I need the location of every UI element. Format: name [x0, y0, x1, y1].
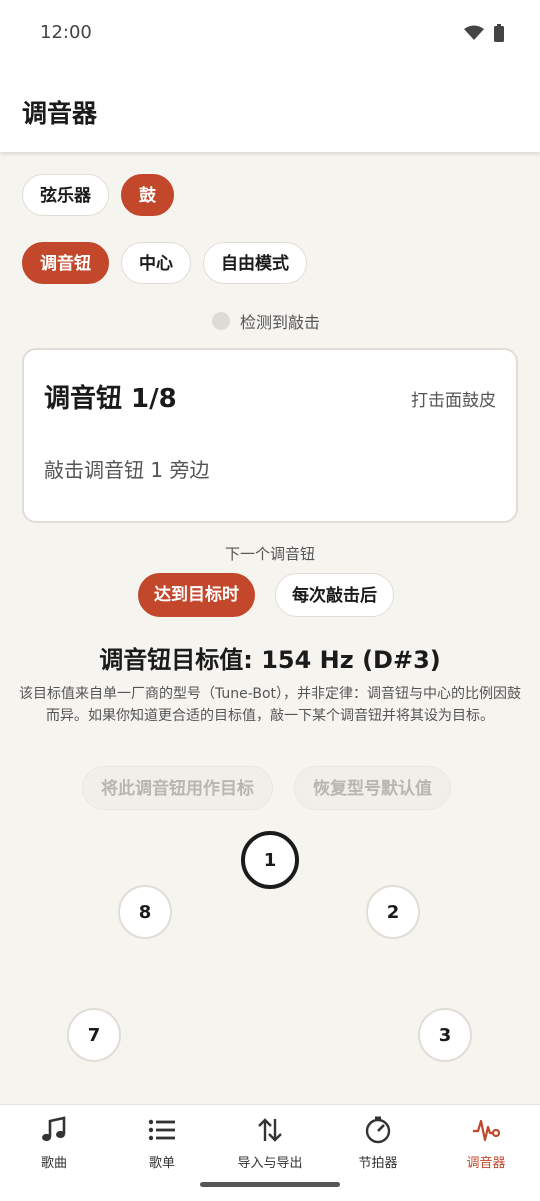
restore-default-button[interactable]: 恢复型号默认值 — [294, 766, 451, 810]
lug-card-title: 调音钮 1/8 — [44, 384, 177, 414]
status-icons — [464, 24, 504, 42]
next-lug-label: 下一个调音钮 — [224, 545, 315, 563]
nav-import-export-label: 导入与导出 — [237, 1156, 303, 1171]
lug-7[interactable]: 7 — [67, 1008, 121, 1062]
nav-setlists[interactable]: 歌单 — [108, 1105, 216, 1201]
nav-setlists-label: 歌单 — [148, 1156, 175, 1171]
lug-3[interactable]: 3 — [418, 1008, 472, 1062]
nav-tuner-label: 调音器 — [466, 1156, 506, 1171]
wifi-icon — [464, 25, 484, 40]
import-export-icon — [258, 1118, 282, 1142]
battery-icon — [494, 24, 504, 42]
nav-songs-label: 歌曲 — [40, 1156, 67, 1171]
tab-drum[interactable]: 鼓 — [121, 174, 174, 216]
lug-card-hint: 打击面鼓皮 — [411, 391, 496, 411]
lug-1[interactable]: 1 — [241, 831, 299, 889]
detect-label: 检测到敲击 — [240, 313, 321, 332]
home-indicator — [200, 1182, 340, 1187]
lug-card: 调音钮 1/8 打击面鼓皮 敲击调音钮 1 旁边 — [22, 348, 518, 523]
status-bar: 12:00 — [0, 0, 540, 68]
detect-dot-icon — [212, 312, 230, 330]
nav-metronome-label: 节拍器 — [358, 1156, 398, 1171]
nav-tuner[interactable]: 调音器 — [432, 1105, 540, 1201]
app-bar: 调音器 — [0, 68, 540, 152]
lug-8[interactable]: 8 — [118, 885, 172, 939]
on-target-option[interactable]: 达到目标时 — [138, 573, 255, 617]
tab-center[interactable]: 中心 — [121, 242, 191, 284]
nav-metronome[interactable]: 节拍器 — [324, 1105, 432, 1201]
status-time: 12:00 — [40, 22, 92, 43]
after-each-hit-option[interactable]: 每次敲击后 — [275, 573, 394, 617]
use-as-target-button[interactable]: 将此调音钮用作目标 — [82, 766, 273, 810]
lug-target-title: 调音钮目标值: 154 Hz (D#3) — [99, 646, 441, 674]
nav-songs[interactable]: 歌曲 — [0, 1105, 108, 1201]
music-note-icon — [42, 1116, 66, 1142]
tuner-waveform-icon — [473, 1119, 501, 1142]
tab-lug[interactable]: 调音钮 — [22, 242, 109, 284]
lug-2[interactable]: 2 — [366, 885, 420, 939]
page-title: 调音器 — [22, 99, 98, 128]
list-icon — [148, 1119, 175, 1141]
tab-free-mode[interactable]: 自由模式 — [203, 242, 307, 284]
lug-card-instruction: 敲击调音钮 1 旁边 — [44, 458, 210, 482]
metronome-icon — [365, 1116, 391, 1144]
lug-target-description: 该目标值来自单一厂商的型号（Tune-Bot），并非定律：调音钮与中心的比例因鼓… — [19, 686, 521, 724]
hit-detect-indicator: 检测到敲击 — [212, 309, 320, 333]
tab-strings[interactable]: 弦乐器 — [22, 174, 109, 216]
